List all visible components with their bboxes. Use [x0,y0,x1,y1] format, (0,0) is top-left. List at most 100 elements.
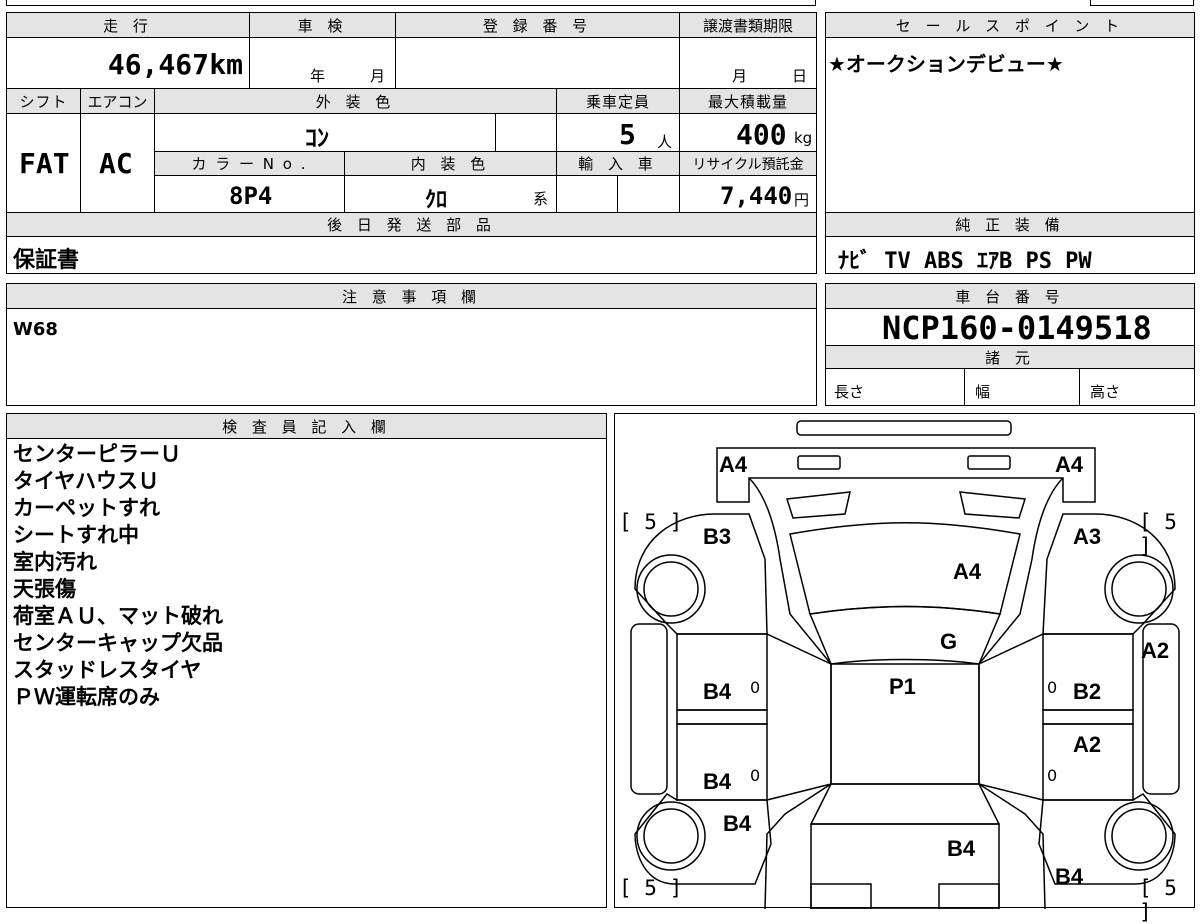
parts-value: 保証書 [13,248,80,273]
zero-mark: 0 [1047,678,1058,697]
max-load-unit: kg [794,129,813,147]
sales-point-value: ★オークションデビュー★ [828,52,1064,76]
deadline-day: 日 [792,67,808,85]
damage-label-right-rear-door: A2 [1073,732,1102,757]
top-strip-right [1090,0,1194,6]
parts-cell: 保証書 [6,236,817,274]
sales-point-cell: ★オークションデビュー★ [825,37,1195,213]
mileage-header: 走 行 [6,12,250,38]
damage-label-right-fender: A3 [1073,524,1102,549]
width-label: 幅 [975,383,991,401]
tire-tread-front-left: [ 5 ] [619,510,683,534]
recycle-value: 7,440 [720,182,793,210]
damage-label-left-rear-door: B4 [703,769,732,794]
shift-cell: FAT [6,113,81,213]
damage-label-hood: A4 [953,559,982,584]
ext-color-header: 外 装 色 [154,88,557,114]
inspector-line: スタッドレスタイヤ [13,658,202,682]
mileage-unit: km [209,48,243,81]
car-diagram-panel: A4 A4 B3 A3 A4 G P1 B4 B4 B2 A2 A2 B4 B4… [614,413,1195,924]
damage-label-roof: P1 [889,674,916,699]
equipment-cell: ﾅﾋﾞ TV ABS ｴｱB PS PW [825,236,1195,274]
import-cell-b [617,175,680,213]
recycle-cell: 7,440 円 [679,175,817,213]
notes-cell: W68 [6,308,817,406]
damage-label-left-front-door: B4 [703,679,732,704]
tire-tread-rear-left: [ 5 ] [619,876,683,900]
chassis-header: 車 台 番 号 [825,283,1195,309]
mileage-cell: 46,467 km [6,37,250,89]
inspector-cell: センターピラーＵ タイヤハウスＵ カーペットすれ シートすれ中 室内汚れ 天張傷… [6,438,607,908]
shaken-month: 月 [370,67,386,85]
doc-deadline-header: 譲渡書類期限 [679,12,817,38]
tire-tread-value: 5 [1164,510,1177,534]
inspector-line: シートすれ中 [13,523,139,547]
damage-label-front-left: A4 [719,452,748,477]
inspector-line: センターピラーＵ [13,442,181,466]
damage-label-rear-panel: B4 [947,836,976,861]
aircon-value: AC [99,147,133,180]
length-label: 長さ [834,383,865,401]
length-cell: 長さ [825,368,965,406]
capacity-unit: 人 [657,133,673,151]
tire-tread-value: 5 [1164,876,1177,900]
tire-tread-value: 5 [644,876,657,900]
capacity-value: 5 [619,118,636,151]
inspector-line: カーペットすれ [13,496,160,520]
capacity-header: 乗車定員 [556,88,680,114]
zero-mark: 0 [1047,766,1058,785]
int-color-value: ｸﾛ [425,188,448,213]
tire-tread-value: 5 [644,510,657,534]
shift-header: シフト [6,88,81,114]
ext-color-cell: ｺﾝ [154,113,496,152]
inspector-line: ＰＷ運転席のみ [13,685,160,709]
damage-label-right-quarter: B4 [1055,864,1084,889]
dimensions-header: 諸 元 [825,345,1195,369]
inspector-lines: センターピラーＵ タイヤハウスＵ カーペットすれ シートすれ中 室内汚れ 天張傷… [13,441,223,711]
inspector-header: 検 査 員 記 入 欄 [6,413,607,439]
inspector-line: 天張傷 [13,577,76,601]
damage-label-left-quarter: B4 [723,811,752,836]
damage-label-left-fender: B3 [703,524,732,549]
tire-tread-front-right: [ 5 ] [1139,510,1177,558]
inspector-line: センターキャップ欠品 [13,631,223,655]
max-load-header: 最大積載量 [679,88,817,114]
car-diagram [630,420,1180,909]
recycle-header: リサイクル預託金 [679,151,817,176]
ext-color-extra [495,113,557,152]
max-load-cell: 400 kg [679,113,817,152]
deadline-cell: 月 日 [679,37,817,89]
aircon-cell: AC [80,113,155,213]
tire-tread-rear-right: [ 5 ] [1139,876,1177,924]
mileage-value: 46,467 [107,48,209,81]
notes-header: 注 意 事 項 欄 [6,283,817,309]
parts-header: 後 日 発 送 部 品 [6,212,817,237]
width-cell: 幅 [964,368,1080,406]
aircon-header: エアコン [80,88,155,114]
color-no-header: カ ラ ー N o . [154,151,345,176]
shaken-year: 年 [310,67,326,85]
equipment-value: ﾅﾋﾞ TV ABS ｴｱB PS PW [838,249,1092,274]
recycle-unit: 円 [794,191,810,209]
equipment-header: 純 正 装 備 [825,212,1195,237]
damage-label-windshield: G [940,629,958,654]
damage-label-front-right: A4 [1055,452,1084,477]
damage-label-right-pillar: A2 [1141,638,1170,663]
reg-no-cell [395,37,680,89]
int-color-suffix: 系 [533,190,549,208]
import-header: 輸 入 車 [556,151,680,176]
shift-value: FAT [19,147,70,180]
height-label: 高さ [1090,383,1121,401]
sales-point-header: セ ー ル ス ポ イ ン ト [825,12,1195,38]
chassis-cell: NCP160-0149518 [825,308,1195,347]
notes-value: W68 [13,319,58,340]
int-color-header: 内 装 色 [344,151,557,176]
inspector-line: タイヤハウスＵ [13,469,159,493]
inspector-line: 荷室ＡＵ、マット破れ [13,604,223,628]
shaken-header: 車 検 [249,12,396,38]
import-cell-a [556,175,618,213]
capacity-cell: 5 人 [556,113,680,152]
damage-label-right-front-door: B2 [1073,679,1102,704]
max-load-value: 400 [736,118,787,151]
color-no-value: 8P4 [229,182,273,210]
